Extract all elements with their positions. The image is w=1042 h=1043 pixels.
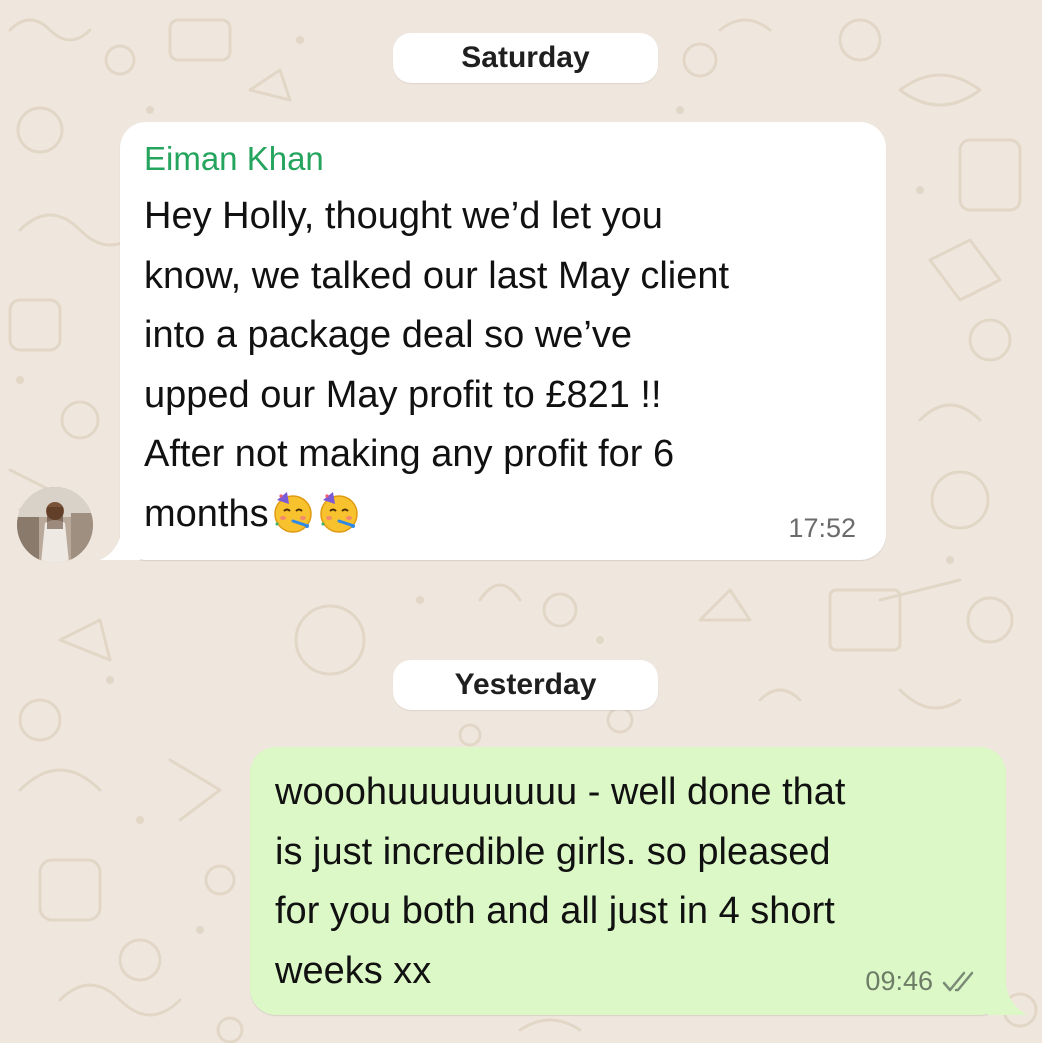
outgoing-line-4: weeks xx xyxy=(275,949,432,992)
date-separator-yesterday: Yesterday xyxy=(393,660,658,710)
outgoing-message-bubble[interactable]: wooohuuuuuuuuu - well done that is just … xyxy=(250,747,1028,1015)
incoming-line-1: Hey Holly, thought we’d let you xyxy=(144,195,663,237)
incoming-message-time: 17:52 xyxy=(788,513,856,543)
date-separator-saturday: Saturday xyxy=(393,33,658,83)
outgoing-message-time: 09:46 xyxy=(865,966,933,996)
sender-name[interactable]: Eiman Khan xyxy=(144,140,324,178)
outgoing-line-3: for you both and all just in 4 short xyxy=(275,890,835,932)
partying-face-emoji-icon xyxy=(273,491,312,533)
incoming-line-6: months xyxy=(144,492,269,535)
partying-face-emoji-icon xyxy=(319,491,358,533)
incoming-bubble-tail xyxy=(100,530,140,560)
incoming-line-4: upped our May profit to £821 !! xyxy=(144,373,662,416)
incoming-line-2: know, we talked our last May client xyxy=(144,254,730,297)
double-check-icon xyxy=(942,971,974,991)
outgoing-line-2: is just incredible girls. so pleased xyxy=(275,830,831,873)
incoming-message-bubble[interactable]: Eiman Khan Hey Holly, thought we’d let y… xyxy=(100,122,886,560)
incoming-line-3: into a package deal so we’ve xyxy=(144,314,632,356)
outgoing-message-meta: 09:46 xyxy=(865,966,981,997)
incoming-message-text: Hey Holly, thought we’d let you know, we… xyxy=(144,187,864,544)
sender-avatar[interactable] xyxy=(17,487,93,563)
outgoing-line-1: wooohuuuuuuuuu - well done that xyxy=(275,771,846,813)
incoming-line-5: After not making any profit for 6 xyxy=(144,433,675,475)
